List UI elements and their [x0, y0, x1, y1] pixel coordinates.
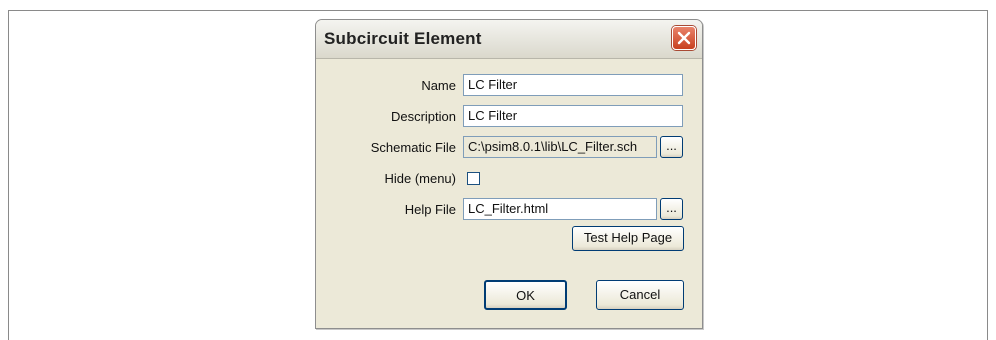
help-file-field[interactable]: LC_Filter.html	[463, 198, 657, 220]
test-help-page-button[interactable]: Test Help Page	[572, 226, 684, 251]
close-button[interactable]	[672, 26, 696, 50]
schematic-file-value: C:\psim8.0.1\lib\LC_Filter.sch	[468, 139, 638, 154]
schematic-file-label: Schematic File	[370, 140, 456, 155]
close-x-icon	[677, 31, 691, 45]
hide-menu-checkbox[interactable]	[467, 172, 480, 185]
title-bar[interactable]: Subcircuit Element	[316, 20, 702, 59]
name-label: Name	[421, 78, 456, 93]
subcircuit-element-dialog: Subcircuit Element Name LC Filter Descri…	[315, 19, 703, 329]
help-file-label: Help File	[404, 202, 456, 217]
schematic-file-field[interactable]: C:\psim8.0.1\lib\LC_Filter.sch	[463, 136, 657, 158]
schematic-browse-button[interactable]: ...	[660, 136, 683, 158]
cancel-button[interactable]: Cancel	[596, 280, 684, 310]
description-label: Description	[390, 109, 456, 124]
dialog-title: Subcircuit Element	[324, 29, 482, 48]
name-field[interactable]: LC Filter	[463, 74, 683, 96]
ok-button[interactable]: OK	[484, 280, 567, 310]
help-file-browse-button[interactable]: ...	[660, 198, 683, 220]
hide-menu-label: Hide (menu)	[384, 171, 456, 186]
description-field[interactable]: LC Filter	[463, 105, 683, 127]
